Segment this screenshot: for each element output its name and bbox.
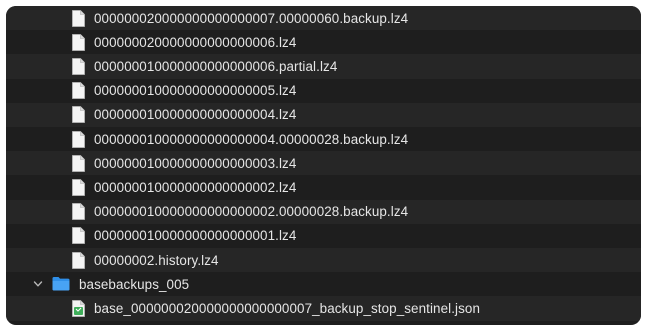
document-icon	[72, 178, 85, 196]
file-row[interactable]: 000000010000000000000005.lz4	[6, 78, 641, 103]
file-name: 000000010000000000000001.lz4	[94, 228, 297, 244]
file-name: base_000000020000000000000007_backup_sto…	[94, 300, 480, 316]
file-name: 000000010000000000000002.00000028.backup…	[94, 204, 409, 220]
file-row[interactable]: 000000010000000000000004.00000028.backup…	[6, 127, 641, 152]
document-icon	[72, 227, 85, 245]
folder-row-basebackups[interactable]: basebackups_005	[6, 272, 641, 297]
file-name: 000000010000000000000006.partial.lz4	[94, 58, 338, 74]
file-name: 000000010000000000000004.lz4	[94, 107, 297, 123]
document-icon	[72, 203, 85, 220]
json-file-icon	[72, 299, 85, 317]
document-icon	[72, 57, 85, 75]
document-icon	[72, 82, 85, 99]
document-icon	[72, 9, 85, 27]
folder-icon	[52, 276, 70, 291]
file-row[interactable]: 000000020000000000000006.lz4	[6, 30, 641, 55]
file-name: 000000010000000000000003.lz4	[94, 155, 297, 171]
file-row[interactable]: 000000020000000000000007.00000060.backup…	[6, 6, 641, 31]
file-name: 000000010000000000000002.lz4	[94, 179, 297, 195]
file-row[interactable]: 000000010000000000000001.lz4	[6, 223, 641, 248]
file-row[interactable]: 000000010000000000000006.partial.lz4	[6, 54, 641, 79]
document-icon	[72, 106, 85, 124]
file-row[interactable]: 000000010000000000000004.lz4	[6, 102, 641, 127]
finder-window: 000000020000000000000007.00000060.backup…	[6, 6, 641, 325]
file-row[interactable]: 00000002.history.lz4	[6, 248, 641, 273]
file-row[interactable]: 000000010000000000000002.lz4	[6, 175, 641, 200]
file-name: 000000010000000000000005.lz4	[94, 83, 297, 99]
document-icon	[72, 130, 85, 148]
file-name: 000000020000000000000006.lz4	[94, 34, 297, 50]
document-icon	[72, 154, 85, 172]
chevron-down-icon[interactable]	[32, 278, 44, 290]
document-icon	[72, 251, 85, 269]
file-row[interactable]: 000000010000000000000003.lz4	[6, 151, 641, 176]
document-icon	[72, 33, 85, 51]
folder-name: basebackups_005	[79, 276, 190, 292]
file-row[interactable]: 000000010000000000000002.00000028.backup…	[6, 199, 641, 224]
file-row[interactable]: base_000000020000000000000007_backup_sto…	[6, 296, 641, 321]
file-name: 000000020000000000000007.00000060.backup…	[94, 10, 409, 26]
file-name: 000000010000000000000004.00000028.backup…	[94, 131, 409, 147]
file-name: 00000002.history.lz4	[94, 252, 219, 268]
